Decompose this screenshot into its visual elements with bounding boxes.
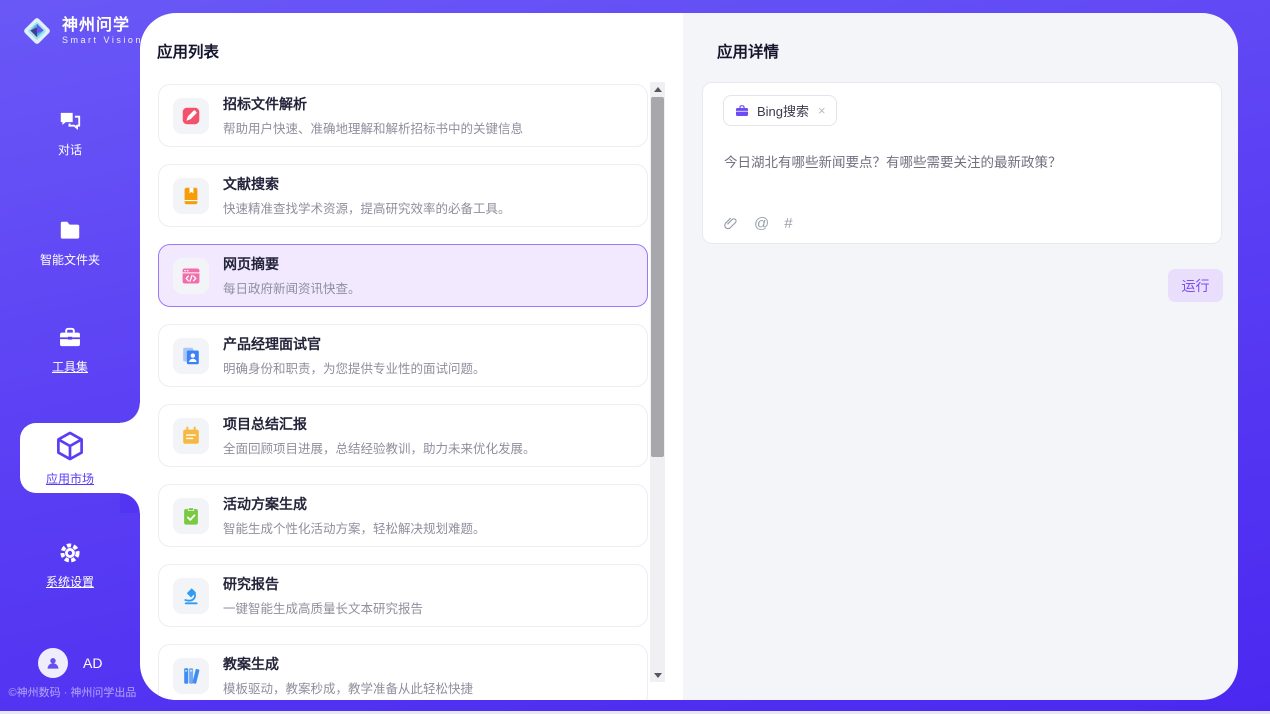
sidebar-item-chat[interactable]: 对话 (0, 108, 140, 158)
app-icon-tile (173, 258, 209, 294)
scroll-up-arrow-icon (654, 87, 662, 92)
pen-square-icon (180, 105, 202, 127)
app-title: 活动方案生成 (223, 494, 486, 514)
app-desc: 每日政府新闻资讯快查。 (223, 278, 361, 297)
app-card[interactable]: 网页摘要每日政府新闻资讯快查。 (158, 244, 648, 307)
app-title: 网页摘要 (223, 254, 361, 274)
user-name: AD (83, 655, 102, 671)
app-desc: 快速精准查找学术资源，提高研究效率的必备工具。 (223, 198, 511, 217)
brand-name: 神州问学 (62, 17, 143, 35)
app-icon-tile (173, 578, 209, 614)
sidebar-item-label: 智能文件夹 (40, 251, 100, 268)
app-card[interactable]: 活动方案生成智能生成个性化活动方案，轻松解决规划难题。 (158, 484, 648, 547)
sidebar-item-label: 对话 (58, 141, 82, 158)
app-title: 教案生成 (223, 654, 473, 674)
sidebar-item-settings[interactable]: 系统设置 (0, 540, 140, 590)
app-desc: 帮助用户快速、准确地理解和解析招标书中的关键信息 (223, 118, 523, 137)
user-account[interactable]: AD (38, 648, 102, 678)
chat-icon (57, 108, 83, 134)
query-input[interactable]: 今日湖北有哪些新闻要点？有哪些需要关注的最新政策？ (724, 151, 1201, 171)
tag-close-icon[interactable]: × (818, 103, 826, 118)
sidebar-item-app-market[interactable]: 应用市场 (0, 429, 140, 487)
folder-icon (57, 218, 83, 244)
brand-subtitle: Smart Vision (62, 35, 143, 45)
app-card[interactable]: 文献搜索快速精准查找学术资源，提高研究效率的必备工具。 (158, 164, 648, 227)
run-button[interactable]: 运行 (1168, 269, 1223, 302)
app-icon-tile (173, 98, 209, 134)
briefcase-icon (734, 103, 750, 119)
sidebar-item-toolset[interactable]: 工具集 (0, 325, 140, 375)
app-title: 文献搜索 (223, 174, 511, 194)
app-card[interactable]: 产品经理面试官明确身份和职责，为您提供专业性的面试问题。 (158, 324, 648, 387)
app-detail-panel: 应用详情 Bing搜索 × 今日湖北有哪些新闻要点？有哪些需要关注的最新政策？ … (683, 13, 1238, 700)
app-detail-title: 应用详情 (717, 40, 779, 62)
app-title: 研究报告 (223, 574, 423, 594)
active-tab-top-curve (120, 403, 140, 423)
paperclip-icon[interactable] (722, 215, 739, 232)
scrollbar-thumb[interactable] (651, 97, 664, 457)
app-card-list: 招标文件解析帮助用户快速、准确地理解和解析招标书中的关键信息文献搜索快速精准查找… (158, 84, 648, 700)
query-composer-card[interactable]: Bing搜索 × 今日湖北有哪些新闻要点？有哪些需要关注的最新政策？ @ # (702, 82, 1222, 244)
app-icon-tile (173, 178, 209, 214)
diamond-logo-icon (20, 14, 54, 48)
composer-toolbar: @ # (722, 215, 793, 232)
app-title: 招标文件解析 (223, 94, 523, 114)
scrollbar[interactable] (650, 82, 665, 682)
mention-icon[interactable]: @ (754, 215, 769, 232)
sidebar-item-label: 应用市场 (46, 470, 94, 487)
copyright-footer: ©神州数码 · 神州问学出品 (0, 684, 145, 700)
hash-icon[interactable]: # (784, 215, 792, 232)
tool-tag-bing-search[interactable]: Bing搜索 × (723, 95, 837, 126)
avatar-person-icon (44, 654, 62, 672)
app-icon-tile (173, 338, 209, 374)
browser-code-icon (180, 265, 202, 287)
clipboard-check-icon (180, 505, 202, 527)
app-desc: 一键智能生成高质量长文本研究报告 (223, 598, 423, 617)
app-list-panel: 应用列表 招标文件解析帮助用户快速、准确地理解和解析招标书中的关键信息文献搜索快… (140, 13, 683, 700)
app-list-title: 应用列表 (157, 40, 219, 62)
sidebar-item-smart-folders[interactable]: 智能文件夹 (0, 218, 140, 268)
active-tab-bottom-curve (120, 493, 140, 513)
app-desc: 全面回顾项目进展，总结经验教训，助力未来优化发展。 (223, 438, 536, 457)
scroll-down-arrow-icon (654, 673, 662, 678)
sidebar-item-label: 系统设置 (46, 573, 94, 590)
sidebar-item-label: 工具集 (52, 358, 88, 375)
scroll-down-button[interactable] (650, 668, 665, 682)
book-icon (180, 185, 202, 207)
app-title: 项目总结汇报 (223, 414, 536, 434)
tool-tag-label: Bing搜索 (757, 101, 809, 120)
app-desc: 智能生成个性化活动方案，轻松解决规划难题。 (223, 518, 486, 537)
app-title: 产品经理面试官 (223, 334, 486, 354)
app-icon-tile (173, 658, 209, 694)
app-card[interactable]: 教案生成模板驱动，教案秒成，教学准备从此轻松快捷 (158, 644, 648, 700)
gear-icon (57, 540, 83, 566)
app-card[interactable]: 项目总结汇报全面回顾项目进展，总结经验教训，助力未来优化发展。 (158, 404, 648, 467)
scroll-up-button[interactable] (650, 82, 665, 96)
toolbox-icon (57, 325, 83, 351)
app-icon-tile (173, 498, 209, 534)
app-desc: 模板驱动，教案秒成，教学准备从此轻松快捷 (223, 678, 473, 697)
app-logo: 神州问学 Smart Vision (20, 14, 143, 48)
interviewer-icon (180, 345, 202, 367)
calendar-note-icon (180, 425, 202, 447)
app-card[interactable]: 招标文件解析帮助用户快速、准确地理解和解析招标书中的关键信息 (158, 84, 648, 147)
microscope-icon (180, 585, 202, 607)
app-icon-tile (173, 418, 209, 454)
cube-icon (53, 429, 87, 463)
app-desc: 明确身份和职责，为您提供专业性的面试问题。 (223, 358, 486, 377)
app-card[interactable]: 研究报告一键智能生成高质量长文本研究报告 (158, 564, 648, 627)
avatar[interactable] (38, 648, 68, 678)
books-icon (180, 665, 202, 687)
